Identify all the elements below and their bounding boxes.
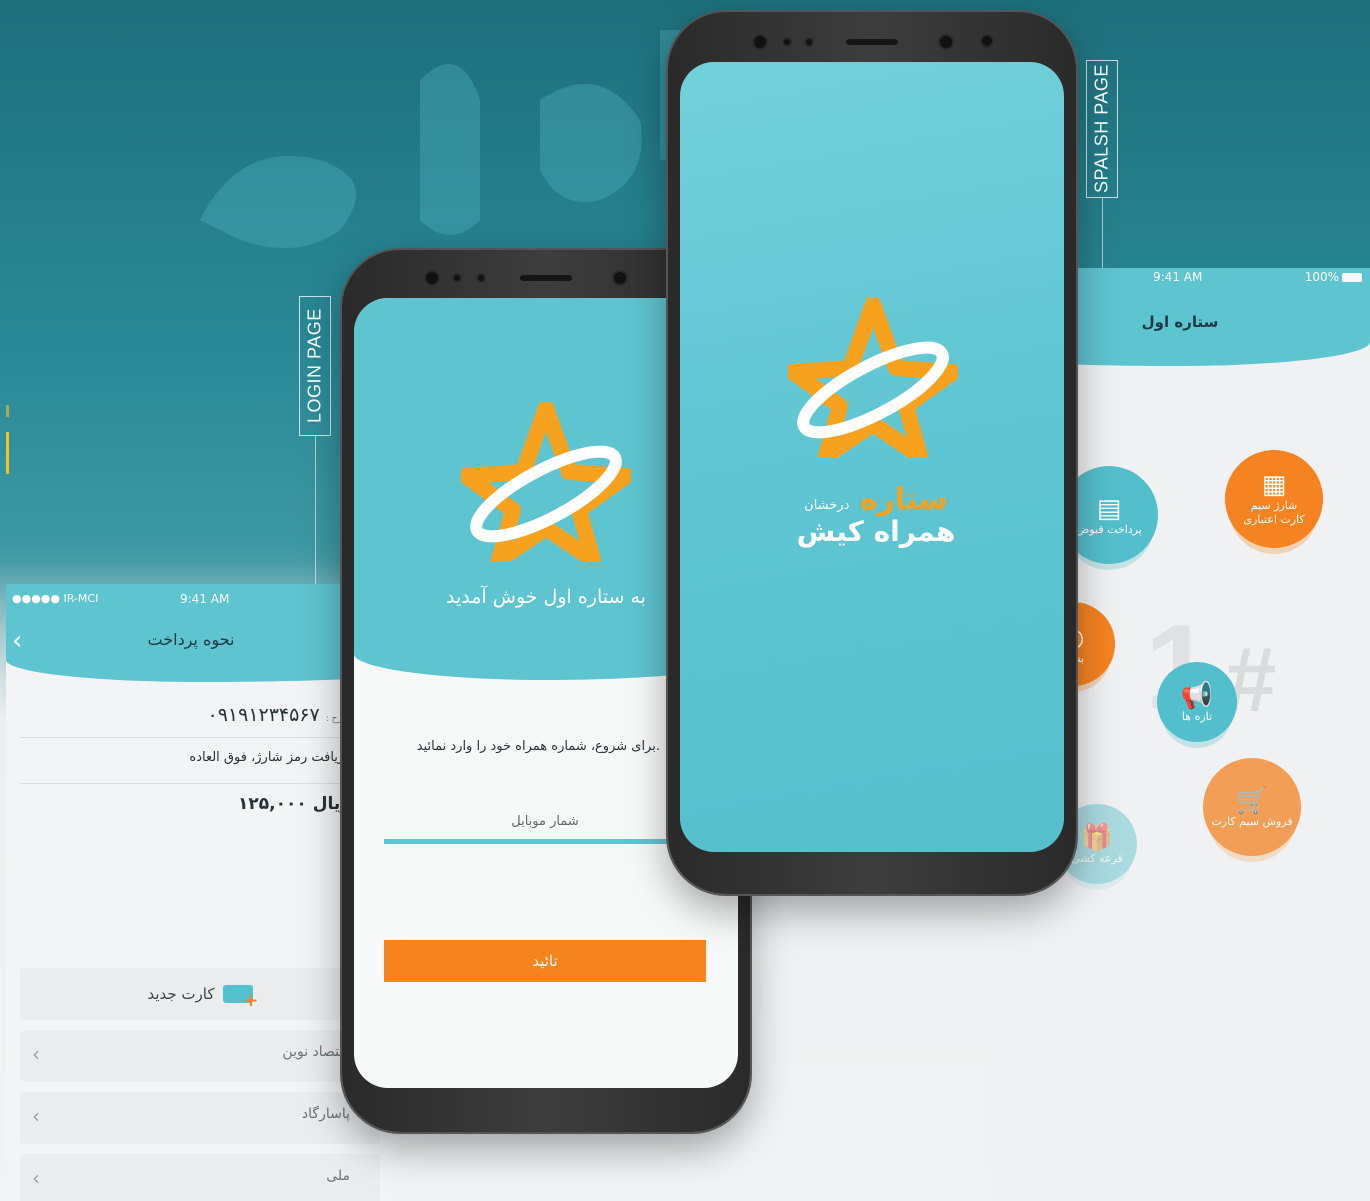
mobile-number-input[interactable] <box>384 804 706 844</box>
confirm-button[interactable]: تائید <box>384 940 706 982</box>
divider <box>20 783 380 784</box>
splash-page-label-text: SPALSH PAGE <box>1091 64 1112 194</box>
tile-label: فروش سیم کارت <box>1211 814 1293 828</box>
sim-card-icon: ▦ <box>1261 470 1287 500</box>
front-camera <box>754 36 766 48</box>
add-card-icon <box>222 985 259 1011</box>
status-time: 9:41 AM <box>180 592 230 606</box>
tile-news[interactable]: 📢 تازه ها <box>1157 662 1237 742</box>
sensor <box>454 275 460 281</box>
bill-icon: ▤ <box>1096 493 1122 524</box>
battery-indicator: 100% <box>1305 270 1362 284</box>
brand-logotype: ستاره درخشان همراه کیش <box>776 482 976 548</box>
home-title: ستاره اول <box>1141 313 1219 331</box>
description-text: دریافت رمز شارژ، فوق العاده <box>189 750 350 765</box>
cart-icon: 🛒 <box>1235 785 1269 816</box>
login-page-label: LOGIN PAGE <box>299 296 331 436</box>
payment-screen: ●●●●● IR-MCI 9:41 AM 10 ‹ نحوه پرداخت ۰۹… <box>6 584 392 1201</box>
battery-text: 100% <box>1304 270 1339 284</box>
tile-label: تازه ها <box>1181 709 1213 723</box>
speaker-grille <box>520 275 572 281</box>
brand-star-word: ستاره <box>859 482 948 517</box>
phone-row: ۰۹۱۹۱۲۳۴۵۶۷: شرح <box>20 704 380 726</box>
chevron-left-icon: ‹ <box>32 1166 40 1190</box>
front-camera <box>940 36 952 48</box>
status-bar: ●●●●● IR-MCI 9:41 AM 10 <box>12 592 382 608</box>
bank-name: اقتصاد نوین <box>282 1044 350 1060</box>
status-time: 9:41 AM <box>1153 270 1203 284</box>
new-card-button[interactable]: کارت جدید <box>20 968 380 1020</box>
speaker-grille <box>846 39 898 45</box>
tile-sim-sale[interactable]: 🛒 فروش سیم کارت <box>1203 758 1301 856</box>
page-title: نحوه پرداخت <box>147 630 235 649</box>
tile-label: پرداخت قبوض <box>1076 522 1142 536</box>
front-camera <box>614 272 626 284</box>
brand-line-1: ستاره درخشان <box>776 482 976 517</box>
payment-header: ●●●●● IR-MCI 9:41 AM 10 ‹ نحوه پرداخت <box>6 584 392 682</box>
carrier-text: ●●●●● IR-MCI <box>12 592 99 605</box>
login-page-label-text: LOGIN PAGE <box>304 308 325 424</box>
divider <box>20 737 380 738</box>
splash-label-line <box>1102 198 1103 268</box>
star-logo <box>788 298 958 458</box>
splash-page-label: SPALSH PAGE <box>1086 60 1118 198</box>
megaphone-icon: 📢 <box>1180 680 1214 711</box>
tile-label: قرعه کشی <box>1071 851 1123 865</box>
splash-screen: ستاره درخشان همراه کیش <box>680 62 1064 852</box>
star-logo <box>461 402 631 562</box>
front-camera <box>426 272 438 284</box>
phone-number: ۰۹۱۹۱۲۳۴۵۶۷ <box>207 704 320 726</box>
sensor <box>784 39 790 45</box>
bank-item[interactable]: ‹ اقتصاد نوین <box>20 1030 380 1082</box>
tile-label: شارژ سیم کارت اعتباری <box>1243 499 1305 526</box>
bank-item[interactable]: ‹ ملی <box>20 1154 380 1201</box>
amount-text: ۱۲۵,۰۰۰ ریال <box>238 794 350 814</box>
bank-name: ملی <box>326 1168 350 1184</box>
chevron-left-icon: ‹ <box>32 1104 40 1128</box>
sensor <box>806 39 812 45</box>
chevron-left-icon: ‹ <box>32 1042 40 1066</box>
battery-icon <box>1342 273 1362 282</box>
new-card-label: کارت جدید <box>147 985 215 1003</box>
login-prompt: برای شروع، شماره همراه خود را وارد نمائی… <box>416 739 660 754</box>
sensor <box>982 36 992 46</box>
splash-phone: ستاره درخشان همراه کیش <box>668 12 1076 894</box>
brand-shining-word: درخشان <box>804 498 850 513</box>
sensor <box>478 275 484 281</box>
gift-icon: 🎁 <box>1080 822 1114 853</box>
login-label-line <box>315 436 316 586</box>
background-calligraphy <box>200 30 680 248</box>
bank-item[interactable]: ‹ پاسارگاد <box>20 1092 380 1144</box>
brand-line-2: همراه کیش <box>796 515 956 548</box>
tile-sim-charge[interactable]: ▦ شارژ سیم کارت اعتباری <box>1225 450 1323 548</box>
bank-name: پاسارگاد <box>301 1106 350 1122</box>
